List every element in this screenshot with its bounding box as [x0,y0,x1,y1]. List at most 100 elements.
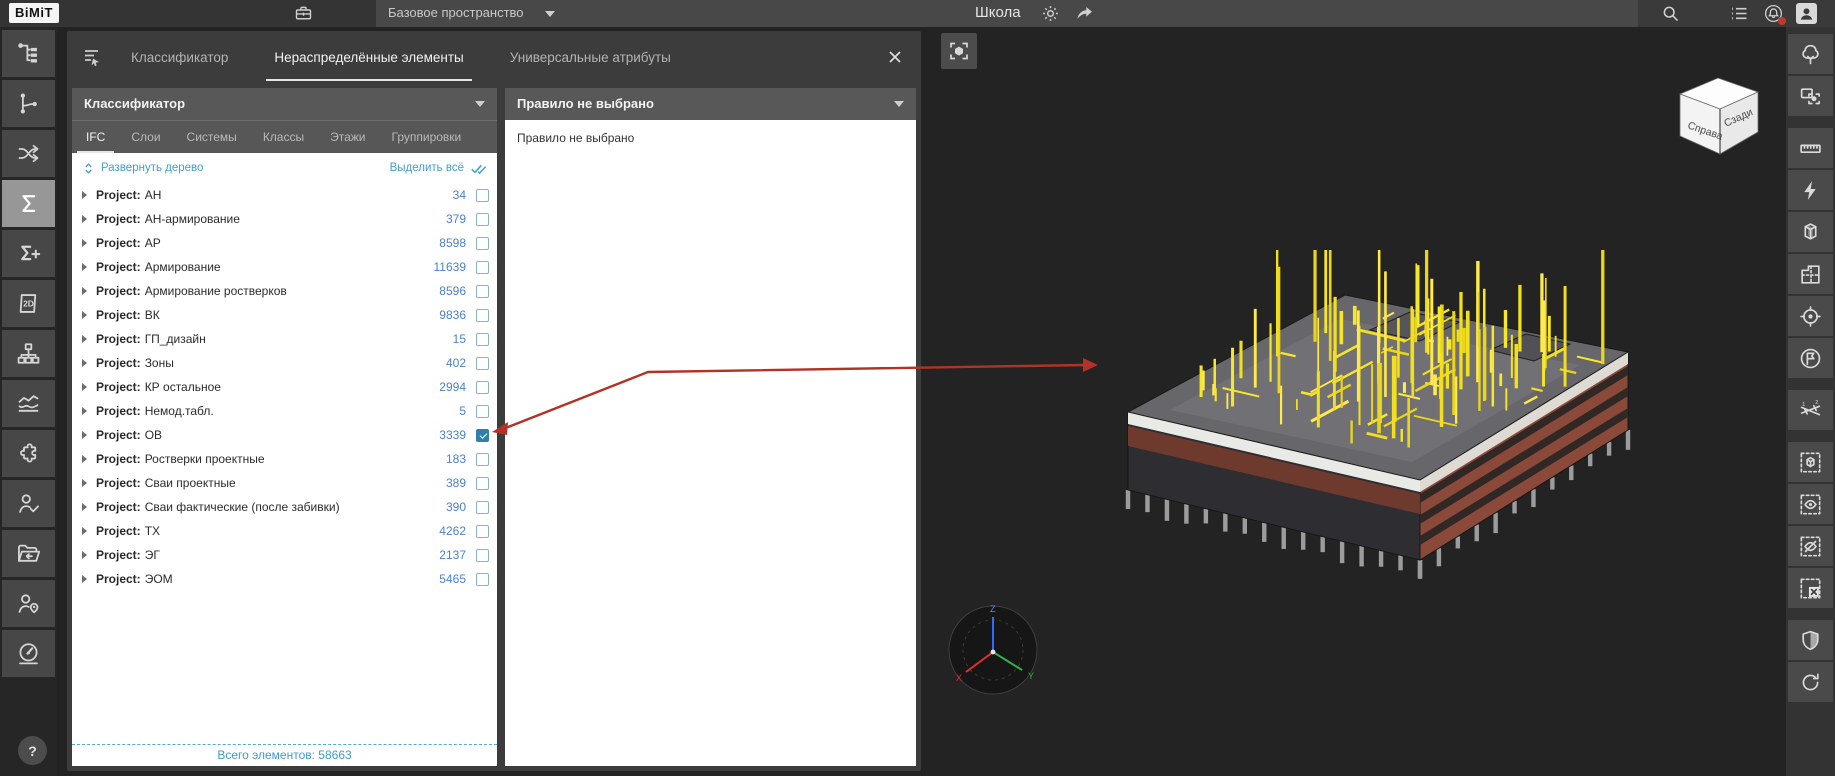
view-tool-frame-select-button[interactable] [1788,76,1833,116]
expander-triangle-icon[interactable] [82,383,87,391]
subtab-этажи[interactable]: Этажи [330,130,365,144]
view-tool-tree-button[interactable] [1788,34,1833,74]
expander-triangle-icon[interactable] [82,239,87,247]
view-tool-reload-button[interactable] [1788,662,1833,702]
help-button[interactable]: ? [18,736,47,765]
tool-shuffle-button[interactable] [2,130,55,177]
tree-row[interactable]: Project:Армирование11639 [72,255,497,279]
close-icon[interactable] [885,47,905,67]
expander-triangle-icon[interactable] [82,479,87,487]
workspace-dropdown[interactable]: Базовое пространство [388,5,555,20]
gear-icon[interactable] [1040,3,1061,24]
select-all-link[interactable]: Выделить всё [390,160,487,177]
tree-row[interactable]: Project:Сваи проектные389 [72,471,497,495]
expander-triangle-icon[interactable] [82,503,87,511]
navigation-cube[interactable]: Справа Сзади [1668,70,1770,164]
tool-merge-branch-button[interactable] [2,80,55,127]
expand-tree-link[interactable]: Развернуть дерево [82,162,203,175]
row-checkbox[interactable] [476,333,489,346]
row-checkbox[interactable] [476,501,489,514]
tool-user-location-button[interactable] [2,580,55,627]
view-tool-flash-button[interactable] [1788,170,1833,210]
row-checkbox[interactable] [476,309,489,322]
tree-row[interactable]: Project:Немод.табл.5 [72,399,497,423]
expander-triangle-icon[interactable] [82,431,87,439]
subtab-классы[interactable]: Классы [263,130,304,144]
user-avatar[interactable] [1796,3,1817,24]
view-tool-flag-button[interactable] [1788,338,1833,378]
row-checkbox[interactable] [476,285,489,298]
notifications-bell-icon[interactable] [1763,3,1784,24]
tool-user-check-button[interactable] [2,480,55,527]
tree-row[interactable]: Project:Ростверки проектные183 [72,447,497,471]
tree-row[interactable]: Project:АР8598 [72,231,497,255]
briefcase-icon[interactable] [293,3,314,24]
tool-gauge-button[interactable] [2,630,55,677]
share-icon[interactable] [1074,3,1095,24]
subtab-группировки[interactable]: Группировки [392,130,462,144]
panel-menu-icon[interactable] [81,45,105,69]
row-checkbox[interactable] [476,237,489,250]
row-checkbox[interactable] [476,357,489,370]
row-checkbox[interactable] [476,213,489,226]
viewport-3d[interactable]: Справа Сзади Z X Y [921,27,1786,776]
axis-gizmo[interactable]: Z X Y [945,600,1041,696]
expander-triangle-icon[interactable] [82,191,87,199]
rule-header-dropdown[interactable]: Правило не выбрано [505,88,916,120]
list-icon[interactable] [1729,3,1750,24]
expander-triangle-icon[interactable] [82,311,87,319]
view-tool-hide-eye-button[interactable] [1788,526,1833,566]
panel-tab-0[interactable]: Классификатор [131,50,228,65]
tool-sigma-plus-button[interactable] [2,230,55,277]
expander-triangle-icon[interactable] [82,455,87,463]
row-checkbox[interactable] [476,261,489,274]
row-checkbox[interactable] [476,381,489,394]
tool-trend-chart-button[interactable] [2,380,55,427]
subtab-системы[interactable]: Системы [187,130,237,144]
panel-tab-2[interactable]: Универсальные атрибуты [510,50,671,65]
tree-row[interactable]: Project:ВК9836 [72,303,497,327]
subtab-слои[interactable]: Слои [131,130,160,144]
row-checkbox[interactable] [476,549,489,562]
subtab-ifc[interactable]: IFC [86,130,105,144]
tool-org-chart-button[interactable] [2,330,55,377]
view-tool-clear-selection-button[interactable] [1788,568,1833,608]
row-checkbox[interactable] [476,477,489,490]
tree-row[interactable]: Project:Армирование ростверков8596 [72,279,497,303]
focus-selection-button[interactable] [941,33,977,69]
row-checkbox[interactable] [476,189,489,202]
view-tool-ruler-button[interactable] [1788,128,1833,168]
row-checkbox-checked[interactable] [476,429,489,442]
tool-sheet-2d-button[interactable]: 2D [2,280,55,327]
view-tool-focus-target-button[interactable] [1788,296,1833,336]
view-tool-shield-button[interactable] [1788,620,1833,660]
expander-triangle-icon[interactable] [82,407,87,415]
view-tool-clash-button[interactable]: 12 [1788,390,1833,430]
tree-row[interactable]: Project:АН-армирование379 [72,207,497,231]
tree-row[interactable]: Project:Зоны402 [72,351,497,375]
tree-row[interactable]: Project:ТХ4262 [72,519,497,543]
tree-row[interactable]: Project:ЭГ2137 [72,543,497,567]
expander-triangle-icon[interactable] [82,551,87,559]
expander-triangle-icon[interactable] [82,335,87,343]
row-checkbox[interactable] [476,573,489,586]
expander-triangle-icon[interactable] [82,215,87,223]
view-tool-show-eye-button[interactable] [1788,484,1833,524]
tree-row[interactable]: Project:ОВ3339 [72,423,497,447]
expander-triangle-icon[interactable] [82,527,87,535]
view-tool-isolate-cube-button[interactable] [1788,442,1833,482]
panel-tab-1[interactable]: Нераспределённые элементы [274,50,463,65]
expander-triangle-icon[interactable] [82,359,87,367]
tool-folder-return-button[interactable] [2,530,55,577]
tree-row[interactable]: Project:ГП_дизайн15 [72,327,497,351]
tool-sigma-button[interactable] [2,180,55,227]
tree-row[interactable]: Project:ЭОМ5465 [72,567,497,591]
view-tool-section-cube-button[interactable] [1788,212,1833,252]
expander-triangle-icon[interactable] [82,575,87,583]
search-icon[interactable] [1660,3,1681,24]
expander-triangle-icon[interactable] [82,263,87,271]
expander-triangle-icon[interactable] [82,287,87,295]
row-checkbox[interactable] [476,405,489,418]
tool-structure-tree-button[interactable] [2,30,55,77]
view-tool-floor-plan-button[interactable] [1788,254,1833,294]
